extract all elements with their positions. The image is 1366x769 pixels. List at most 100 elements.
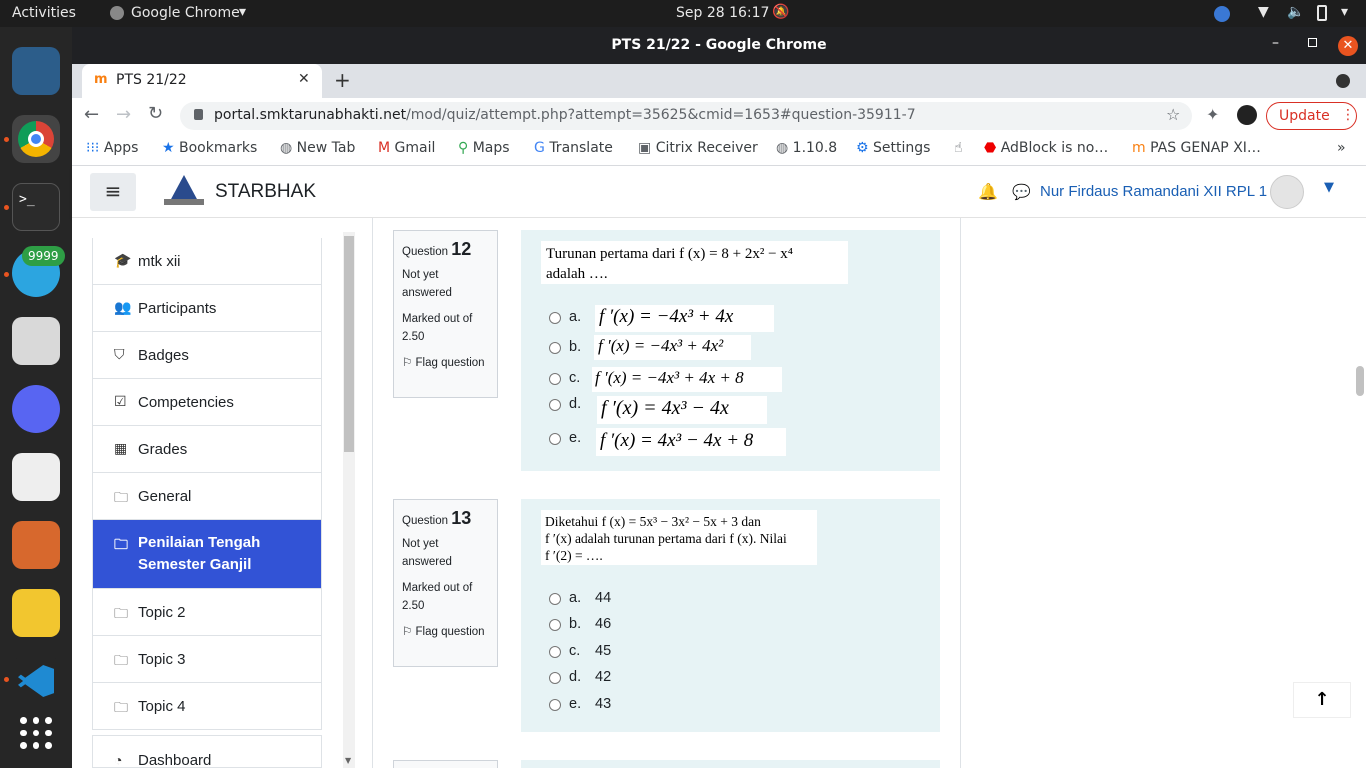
forward-icon[interactable]: → [116, 104, 131, 125]
flag-question-link[interactable]: ⚐ Flag question [402, 623, 489, 641]
site-logo[interactable] [164, 175, 204, 211]
app-menu[interactable]: Google Chrome [131, 5, 240, 21]
update-button[interactable]: Update ⋮ [1266, 102, 1357, 130]
sidebar-item-mtk-xii[interactable]: 🎓 mtk xii [92, 238, 322, 285]
gmail-icon: M [378, 140, 395, 156]
sidebar-scrollbar[interactable]: ▼ [343, 232, 355, 768]
radio-button[interactable] [549, 646, 561, 658]
url-path: /mod/quiz/attempt.php?attempt=35625&cmid… [406, 107, 916, 123]
new-tab-icon[interactable]: + [334, 68, 351, 92]
tab-search-icon[interactable] [1336, 74, 1350, 88]
app-menu-caret-icon[interactable]: ▾ [239, 4, 246, 20]
graduation-cap-icon: 🎓 [114, 252, 132, 268]
flag-question-link[interactable]: ⚐ Flag question [402, 354, 489, 372]
close-tab-icon[interactable]: ✕ [298, 71, 310, 87]
impress-icon[interactable] [12, 521, 60, 569]
chrome-dock-icon[interactable] [12, 115, 60, 163]
user-name[interactable]: Nur Firdaus Ramandani XII RPL 1 [1040, 183, 1267, 200]
radio-button[interactable] [549, 593, 561, 605]
chrome-tray-icon[interactable] [1214, 6, 1230, 22]
bookmark-bookmarks[interactable]: ★ Bookmarks [162, 140, 257, 156]
globe-icon: ◍ [776, 140, 793, 156]
user-avatar[interactable] [1270, 175, 1304, 209]
radio-button[interactable] [549, 373, 561, 385]
volume-icon[interactable]: 🔈 [1287, 4, 1304, 20]
sidebar-item-penilaian-tengah-semester-ganjil[interactable]: 🗀 Penilaian Tengah Semester Ganjil [92, 520, 322, 589]
dashboard-icon: ◔ [114, 752, 123, 768]
users-icon: 👥 [114, 299, 132, 315]
bookmark-1-10-8[interactable]: ◍ 1.10.8 [776, 140, 837, 156]
radio-button[interactable] [549, 619, 561, 631]
bookmark-star-icon[interactable]: ☆ [1166, 105, 1180, 124]
sidebar-item-grades[interactable]: ▦ Grades [92, 426, 322, 473]
answer-c-formula: f ′(x) = −4x³ + 4x + 8 [592, 367, 782, 392]
bookmark-citrix[interactable]: ▣ Citrix Receiver [638, 140, 758, 156]
radio-button[interactable] [549, 342, 561, 354]
activities-button[interactable]: Activities [12, 5, 76, 21]
user-menu-caret-icon[interactable]: ▼ [1324, 180, 1334, 195]
profile-avatar[interactable] [1237, 105, 1257, 125]
sidebar-item-badges[interactable]: ⛉ Badges [92, 332, 322, 379]
back-to-top-icon[interactable]: ↑ [1293, 682, 1351, 718]
bookmark-settings[interactable]: ⚙ Settings [856, 140, 930, 156]
close-window-icon[interactable]: ✕ [1338, 36, 1358, 56]
address-bar[interactable]: portal.smktarunabhakti.net/mod/quiz/atte… [180, 102, 1192, 130]
page-scrollbar[interactable] [1352, 218, 1366, 768]
sidebar-item-topic-4[interactable]: 🗀 Topic 4 [92, 683, 322, 730]
system-menu-caret-icon[interactable]: ▾ [1341, 4, 1348, 20]
question-12-info: Question 12 Not yet answered Marked out … [393, 230, 498, 398]
bookmark-gmail[interactable]: M Gmail [378, 140, 435, 156]
sidebar-item-topic-2[interactable]: 🗀 Topic 2 [92, 589, 322, 636]
battery-icon[interactable] [1317, 5, 1327, 21]
reload-icon[interactable]: ↻ [148, 103, 163, 124]
menu-kebab-icon: ⋮ [1341, 107, 1355, 123]
mysql-workbench-icon[interactable] [12, 47, 60, 95]
radio-button[interactable] [549, 433, 561, 445]
sidebar-item-dashboard[interactable]: ◔ Dashboard [92, 735, 322, 769]
bookmark-maps[interactable]: ⚲ Maps [458, 140, 510, 156]
radio-button[interactable] [549, 699, 561, 711]
sidebar-item-general[interactable]: 🗀 General [92, 473, 322, 520]
discord-icon[interactable] [12, 385, 60, 433]
messages-icon[interactable]: 💬 [1012, 183, 1031, 201]
folder-icon: 🗀 [114, 605, 128, 621]
bookmark-translate[interactable]: G Translate [534, 140, 613, 156]
terminal-icon[interactable]: >_ [12, 183, 60, 231]
minimize-icon[interactable]: – [1272, 35, 1279, 51]
extensions-icon[interactable]: ✦ [1206, 105, 1219, 124]
maximize-icon[interactable] [1308, 38, 1317, 47]
bookmark-new-tab[interactable]: ◍ New Tab [280, 140, 355, 156]
document-viewer-icon[interactable] [12, 453, 60, 501]
chrome-app-icon [110, 6, 124, 20]
sidebar-item-participants[interactable]: 👥 Participants [92, 285, 322, 332]
image-viewer-icon[interactable] [12, 317, 60, 365]
citrix-icon: ▣ [638, 140, 656, 156]
folder-icon: 🗀 [114, 489, 128, 505]
show-apps-icon[interactable] [20, 717, 52, 749]
bookmark-pas-genap[interactable]: m PAS GENAP XI… [1132, 140, 1261, 156]
bookmark-apps[interactable]: ⁝⁝⁝ Apps [86, 140, 138, 156]
vscode-icon[interactable] [12, 657, 60, 705]
drawer-toggle-icon[interactable]: ≡ [90, 173, 136, 211]
bookmark-adblock[interactable]: ⬣ AdBlock is no… [984, 140, 1108, 156]
sidebar-item-competencies[interactable]: ☑ Competencies [92, 379, 322, 426]
flag-icon: ⚐ [402, 357, 416, 369]
clock[interactable]: Sep 28 16:17 [676, 5, 769, 21]
wifi-icon[interactable]: ▼ [1258, 4, 1269, 20]
notifications-bell-icon[interactable]: 🔔 [978, 182, 998, 201]
do-not-disturb-icon: 🔕 [772, 4, 790, 20]
question-label: Question [402, 515, 449, 527]
radio-button[interactable] [549, 312, 561, 324]
radio-button[interactable] [549, 672, 561, 684]
bookmarks-overflow-icon[interactable]: » [1337, 140, 1346, 156]
radio-button[interactable] [549, 399, 561, 411]
text-editor-icon[interactable] [12, 589, 60, 637]
back-icon[interactable]: ← [84, 104, 99, 125]
sidebar-item-topic-3[interactable]: 🗀 Topic 3 [92, 636, 322, 683]
bookmark-touch[interactable]: ☝ [954, 140, 963, 156]
site-brand[interactable]: STARBHAK [215, 181, 316, 203]
tab-active[interactable]: m PTS 21/22 ✕ [82, 64, 322, 98]
folder-icon: 🗀 [114, 536, 128, 552]
question-number: 12 [451, 239, 472, 259]
lock-icon[interactable] [194, 109, 203, 120]
